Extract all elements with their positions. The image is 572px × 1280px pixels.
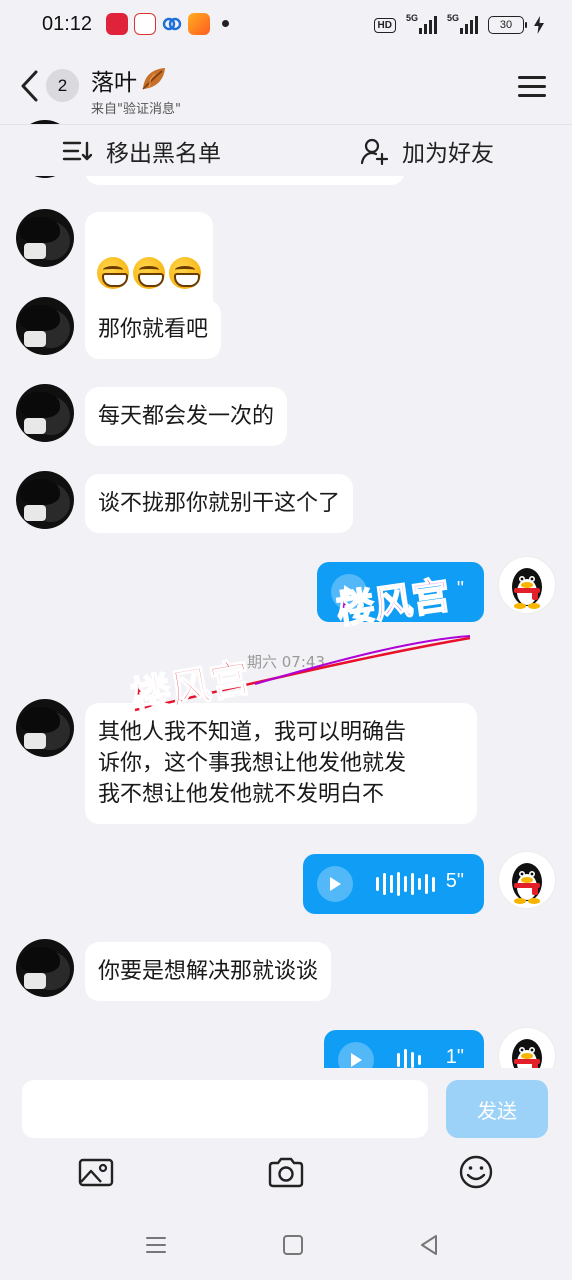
contact-avatar[interactable] [16, 384, 74, 442]
charging-icon [534, 16, 544, 34]
contact-source: 来自"验证消息" [91, 102, 181, 117]
chat-header: 2 落叶 来自"验证消息" [0, 52, 572, 124]
hd-badge: HD [373, 17, 396, 33]
add-friend-button[interactable]: 加为好友 [360, 133, 494, 169]
add-user-icon [360, 138, 388, 165]
video-app-icon [188, 13, 210, 35]
contact-name: 落叶 [91, 70, 137, 96]
contact-avatar[interactable] [16, 471, 74, 529]
message-input[interactable] [22, 1080, 428, 1138]
music-app-icon [106, 13, 128, 35]
remove-blacklist-label: 移出黑名单 [106, 141, 221, 167]
recent-apps-icon[interactable] [143, 1232, 169, 1258]
message-bubble[interactable]: 那你就看吧 [85, 300, 222, 359]
my-avatar-qq-penguin[interactable] [498, 851, 556, 909]
remove-blacklist-button[interactable]: 移出黑名单 [62, 133, 221, 169]
message-bubble[interactable]: 每天都会发一次的 [85, 387, 288, 446]
voice-waveform-icon [376, 872, 435, 896]
message-bubble[interactable]: 谈不拢那你就别干这个了 [85, 474, 354, 533]
back-nav-icon[interactable] [416, 1232, 442, 1258]
status-time: 01:12 [42, 13, 93, 35]
voice-duration: 5" [445, 870, 464, 892]
add-friend-label: 加为好友 [402, 141, 494, 167]
svg-text:楼风宫: 楼风宫 [128, 655, 254, 721]
status-bar: 01:12 HD 5G 5G 30 [0, 0, 572, 52]
watermark-red: 楼风宫 [127, 635, 471, 722]
contact-avatar[interactable] [16, 699, 74, 757]
notification-dot [222, 20, 229, 27]
my-avatar-qq-penguin[interactable] [498, 1027, 556, 1068]
camera-icon[interactable] [266, 1154, 306, 1190]
menu-line [518, 76, 546, 79]
unread-count-badge[interactable]: 2 [46, 69, 79, 102]
voice-duration: 1" [445, 1046, 464, 1068]
contact-avatar[interactable] [16, 297, 74, 355]
status-indicators: HD 5G 5G 30 [373, 13, 544, 36]
grin-emoji-icon [97, 257, 129, 289]
play-icon[interactable] [317, 866, 353, 902]
message-bubble[interactable]: 你要是想解决那就谈谈 [85, 942, 332, 1001]
signal-icon-2: 5G [447, 13, 478, 34]
image-icon[interactable] [76, 1154, 116, 1190]
grin-emoji-icon [133, 257, 165, 289]
voice-message[interactable]: 1" [324, 1030, 484, 1068]
news-app-icon [134, 13, 156, 35]
back-button[interactable] [16, 66, 44, 106]
menu-button[interactable] [518, 76, 546, 98]
emoji-row [97, 257, 201, 289]
voice-waveform-icon [397, 1048, 421, 1068]
home-icon[interactable] [280, 1232, 306, 1258]
system-nav-bar [0, 1210, 572, 1280]
send-button[interactable]: 发送 [446, 1080, 548, 1138]
contact-avatar[interactable] [16, 209, 74, 267]
my-avatar-qq-penguin[interactable] [498, 556, 556, 614]
voice-message[interactable]: 5" [303, 854, 484, 914]
emoji-icon[interactable] [456, 1154, 496, 1190]
signal-icon: 5G [406, 13, 437, 34]
menu-line [518, 85, 546, 88]
action-bar: 移出黑名单 加为好友 [0, 124, 572, 176]
autumn-leaf-icon [142, 68, 165, 90]
battery-icon: 30 [488, 16, 527, 34]
chat-list[interactable]: 那你就看吧 每天都会发一次的 谈不拢那你就别干这个了 " 期六 07:43 其他… [0, 120, 572, 1068]
play-icon[interactable] [338, 1042, 374, 1068]
menu-line [518, 94, 546, 97]
cloud-app-icon [161, 13, 183, 35]
contact-avatar[interactable] [16, 939, 74, 997]
grin-emoji-icon [169, 257, 201, 289]
list-remove-icon [62, 141, 92, 161]
